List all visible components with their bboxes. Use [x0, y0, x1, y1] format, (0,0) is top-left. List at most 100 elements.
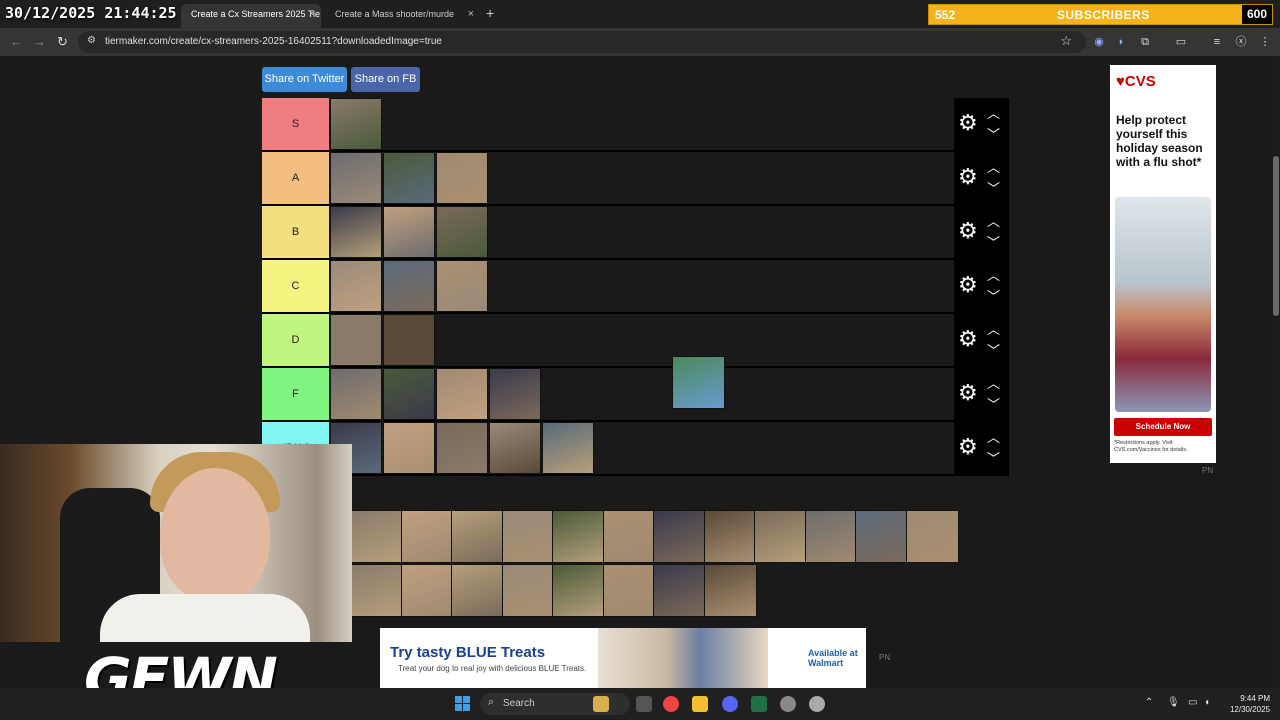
- address-bar[interactable]: ⚙ tiermaker.com/create/cx-streamers-2025…: [78, 31, 1086, 53]
- streamer-thumbnail[interactable]: [602, 564, 656, 617]
- task-view-icon[interactable]: [636, 696, 652, 712]
- chevron-down-icon[interactable]: ﹀: [987, 394, 1000, 413]
- reload-icon[interactable]: ↻: [57, 34, 68, 50]
- streamer-thumbnail[interactable]: [552, 510, 605, 563]
- streamer-thumbnail[interactable]: [602, 510, 656, 563]
- streamer-thumbnail[interactable]: [350, 564, 403, 617]
- share-twitter-button[interactable]: Share on Twitter: [262, 67, 347, 92]
- gear-icon[interactable]: ⚙: [958, 220, 978, 242]
- tier-label[interactable]: A: [262, 152, 329, 204]
- streamer-thumbnail[interactable]: [436, 206, 488, 258]
- streamer-thumbnail[interactable]: [653, 510, 706, 563]
- streamer-thumbnail[interactable]: [905, 510, 959, 563]
- gear-icon[interactable]: ⚙: [958, 112, 978, 134]
- streamer-thumbnail[interactable]: [451, 564, 504, 617]
- streamer-thumbnail[interactable]: [350, 510, 403, 563]
- streamer-thumbnail[interactable]: [383, 260, 435, 312]
- file-explorer-icon[interactable]: [692, 696, 708, 712]
- gear-icon[interactable]: ⚙: [958, 436, 978, 458]
- new-tab-button[interactable]: +: [486, 5, 494, 21]
- chevron-down-icon[interactable]: ﹀: [987, 232, 1000, 251]
- streamer-thumbnail[interactable]: [330, 368, 382, 420]
- dragged-thumbnail[interactable]: [672, 356, 725, 409]
- chevron-down-icon[interactable]: ﹀: [987, 340, 1000, 359]
- back-icon[interactable]: ←: [10, 34, 23, 49]
- streamer-thumbnail[interactable]: [489, 368, 541, 420]
- streamer-thumbnail[interactable]: [451, 510, 504, 563]
- streamer-thumbnail[interactable]: [400, 564, 454, 617]
- chevron-up-icon[interactable]: ︿: [987, 157, 1000, 176]
- forward-icon[interactable]: →: [33, 34, 46, 49]
- tab-tiermaker[interactable]: Create a Cx Streamers 2025 Tie ×: [181, 4, 321, 28]
- streamer-thumbnail[interactable]: [330, 152, 382, 204]
- streamer-thumbnail[interactable]: [501, 564, 555, 617]
- chevron-up-icon[interactable]: ︿: [987, 211, 1000, 230]
- tier-label[interactable]: D: [262, 314, 329, 366]
- chevron-up-icon[interactable]: ︿: [987, 427, 1000, 446]
- streamer-thumbnail[interactable]: [552, 564, 605, 617]
- windows-start-icon[interactable]: [455, 696, 470, 711]
- streamer-thumbnail[interactable]: [436, 422, 488, 474]
- streamer-thumbnail[interactable]: [754, 510, 807, 563]
- discord-icon[interactable]: [722, 696, 738, 712]
- streamer-thumbnail[interactable]: [330, 314, 382, 366]
- streamer-thumbnail[interactable]: [330, 98, 382, 150]
- streamer-thumbnail[interactable]: [383, 314, 435, 366]
- chevron-down-icon[interactable]: ﹀: [987, 124, 1000, 143]
- streamer-thumbnail[interactable]: [436, 152, 488, 204]
- network-icon[interactable]: ▭: [1188, 697, 1197, 708]
- scroll-thumb[interactable]: [1273, 156, 1279, 316]
- media-icon[interactable]: ▭: [1174, 35, 1188, 49]
- site-info-icon[interactable]: ⚙: [87, 35, 96, 46]
- chevron-up-icon[interactable]: ︿: [987, 373, 1000, 392]
- schedule-now-button[interactable]: Schedule Now: [1114, 418, 1212, 436]
- tier-label[interactable]: B: [262, 206, 329, 258]
- streamer-thumbnail[interactable]: [804, 510, 858, 563]
- app-icon[interactable]: [780, 696, 796, 712]
- widgets-icon[interactable]: [593, 696, 609, 712]
- tier-label[interactable]: F: [262, 368, 329, 420]
- close-tab-icon[interactable]: ×: [468, 4, 474, 24]
- excel-icon[interactable]: [751, 696, 767, 712]
- streamer-thumbnail[interactable]: [653, 564, 706, 617]
- gear-icon[interactable]: ⚙: [958, 166, 978, 188]
- extensions-puzzle-icon[interactable]: ⧉: [1138, 35, 1152, 49]
- streamer-thumbnail[interactable]: [383, 368, 435, 420]
- streamer-thumbnail[interactable]: [400, 510, 454, 563]
- streamer-thumbnail[interactable]: [383, 422, 435, 474]
- page-scrollbar[interactable]: [1272, 56, 1280, 688]
- streamer-thumbnail[interactable]: [489, 422, 541, 474]
- streamer-thumbnail[interactable]: [436, 260, 488, 312]
- profile-icon[interactable]: ⓧ: [1234, 35, 1248, 49]
- streamer-thumbnail[interactable]: [383, 206, 435, 258]
- volume-icon[interactable]: ◖: [1204, 697, 1210, 708]
- chrome-icon[interactable]: [663, 696, 679, 712]
- bookmark-star-icon[interactable]: ☆: [1060, 33, 1072, 49]
- chevron-up-icon[interactable]: ︿: [987, 319, 1000, 338]
- blue-treats-ad[interactable]: Try tasty BLUE Treats Treat your dog to …: [380, 628, 866, 688]
- streamer-thumbnail[interactable]: [383, 152, 435, 204]
- chevron-down-icon[interactable]: ﹀: [987, 448, 1000, 467]
- chevron-up-icon[interactable]: ︿: [987, 265, 1000, 284]
- chevron-up-icon[interactable]: ︿: [987, 103, 1000, 122]
- tray-expand-icon[interactable]: ⌃: [1145, 697, 1153, 708]
- streamer-thumbnail[interactable]: [855, 510, 908, 563]
- chevron-down-icon[interactable]: ﹀: [987, 178, 1000, 197]
- extension-icon[interactable]: ◉: [1092, 35, 1106, 49]
- microphone-icon[interactable]: 🎙: [1167, 697, 1180, 708]
- gear-icon[interactable]: ⚙: [958, 328, 978, 350]
- share-fb-button[interactable]: Share on FB: [351, 67, 420, 92]
- streamer-thumbnail[interactable]: [703, 564, 757, 617]
- streamer-thumbnail[interactable]: [501, 510, 555, 563]
- menu-icon[interactable]: ⋮: [1258, 35, 1272, 49]
- close-tab-icon[interactable]: ×: [309, 4, 315, 24]
- cvs-ad[interactable]: ♥CVS Help protect yourself this holiday …: [1110, 65, 1216, 463]
- extension-icon[interactable]: ◗: [1114, 35, 1128, 49]
- streamer-thumbnail[interactable]: [330, 206, 382, 258]
- streamer-thumbnail[interactable]: [542, 422, 594, 474]
- tier-label[interactable]: C: [262, 260, 329, 312]
- gear-icon[interactable]: ⚙: [958, 382, 978, 404]
- gear-icon[interactable]: ⚙: [958, 274, 978, 296]
- tab-search-icon[interactable]: ≡: [1210, 35, 1224, 49]
- streamer-thumbnail[interactable]: [330, 260, 382, 312]
